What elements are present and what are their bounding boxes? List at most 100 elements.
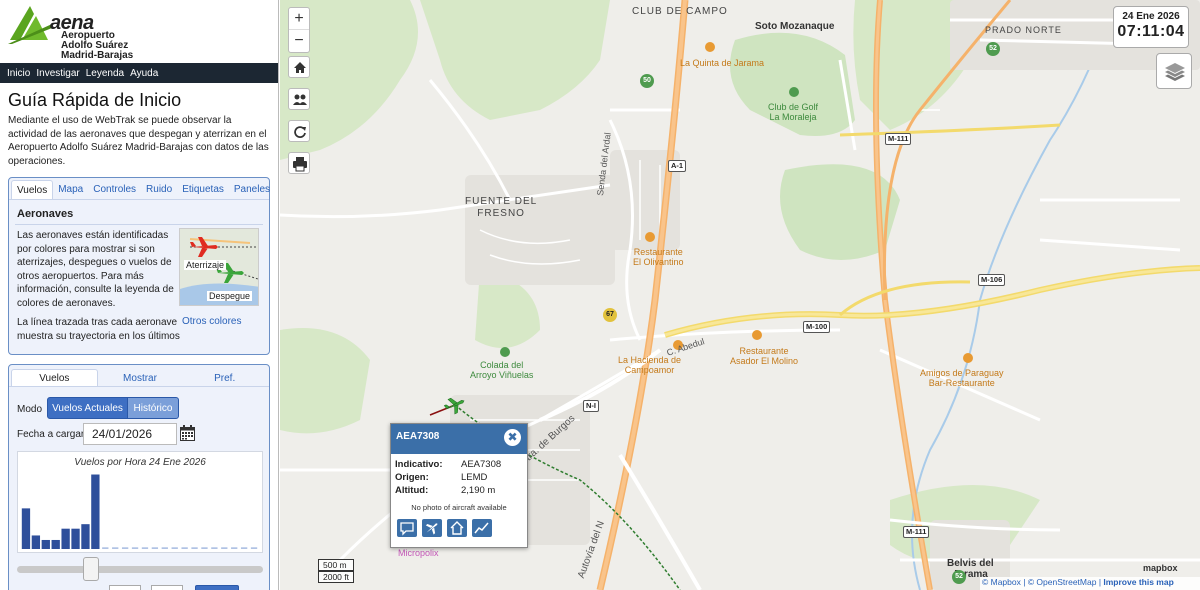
sidebar: aena Aeropuerto Adolfo Suárez Madrid-Bar…: [0, 0, 279, 590]
chart-bar: [231, 547, 238, 549]
date-input[interactable]: 24/01/2026: [83, 423, 177, 445]
road-sign-52-south: 52: [952, 570, 966, 584]
tab-etiquetas[interactable]: Etiquetas: [177, 180, 229, 199]
chart-bar: [141, 547, 149, 549]
quick-guide: Guía Rápida de Inicio Mediante el uso de…: [0, 83, 278, 168]
tab-controles[interactable]: Controles: [88, 180, 141, 199]
current-flights-button[interactable]: Vuelos Actuales: [47, 397, 128, 419]
chart-bar: [161, 547, 168, 549]
chart-bar: [201, 547, 208, 549]
chart-bar: [51, 539, 60, 549]
print-button[interactable]: [288, 152, 310, 174]
time-slider-handle[interactable]: [83, 557, 99, 581]
map-label-soto-mozanaque: Soto Mozanaque: [755, 21, 835, 32]
popup-details: Indicativo: AEA7308 Origen: LEMD Altitud: 2…: [395, 458, 501, 497]
map-label-micropolix: Micropolix: [398, 548, 439, 558]
calendar-icon[interactable]: [180, 425, 195, 441]
clock: 24 Ene 2026 07:11:04: [1113, 6, 1189, 48]
road-sign-m106: M-106: [978, 274, 1006, 286]
popup-key: Altitud:: [395, 485, 429, 496]
popup-row: Indicativo: AEA7308: [395, 458, 501, 471]
people-button[interactable]: [288, 88, 310, 110]
nav-inicio[interactable]: Inicio: [4, 68, 33, 79]
improve-map-link[interactable]: Improve this map: [1103, 577, 1173, 587]
popup-row: Origen: LEMD: [395, 471, 501, 484]
tab-flights[interactable]: Vuelos: [11, 369, 98, 386]
chart-bar: [61, 528, 70, 549]
road-sign-50: 50: [640, 74, 654, 88]
plane-icon[interactable]: [422, 519, 442, 537]
home-button[interactable]: [288, 56, 310, 78]
house-icon[interactable]: [447, 519, 467, 537]
mode-label: Modo: [17, 404, 43, 415]
map-label-club-golf: Club de Golf La Moraleja: [768, 102, 819, 122]
close-icon[interactable]: ✖: [504, 429, 521, 446]
tab-ruido[interactable]: Ruido: [141, 180, 177, 199]
aircraft-colors-thumbnail: Aterrizaje Despegue: [179, 228, 259, 306]
speech-bubble-icon[interactable]: [397, 519, 417, 537]
chart-bar: [91, 474, 100, 549]
control-button[interactable]: [109, 585, 141, 590]
no-photo-text: No photo of aircraft available: [411, 503, 507, 512]
map-label-amigos-paraguay: Amigos de Paraguay Bar-Restaurante: [920, 368, 1004, 388]
time-slider-track[interactable]: [17, 566, 263, 573]
road-sign-m100: M-100: [803, 321, 831, 333]
chart-bar: [240, 547, 248, 549]
zoom-in-button[interactable]: +: [289, 8, 309, 30]
zoom-out-button[interactable]: −: [289, 30, 309, 52]
tab-prefs[interactable]: Pref.: [182, 369, 267, 386]
map-label-colada: Colada del Arroyo Viñuelas: [470, 360, 534, 380]
popup-callsign: AEA7308: [396, 431, 440, 442]
chart-bar: [21, 508, 31, 549]
chart-icon[interactable]: [472, 519, 492, 537]
help-tab-row: Vuelos Mapa Controles Ruido Etiquetas Pa…: [9, 178, 270, 200]
popup-key: Origen:: [395, 472, 429, 483]
road-sign-a1: A-1: [668, 160, 687, 172]
popup-value: 2,190 m: [461, 485, 496, 496]
flights-panel-tabs: Vuelos Mostrar Pref.: [9, 365, 269, 387]
attribution-mapbox[interactable]: © Mapbox: [982, 577, 1021, 587]
tab-paneles[interactable]: Paneles: [229, 180, 275, 199]
map-label-restaurante-molino: Restaurante Asador El Molino: [730, 346, 799, 366]
tab-mapa[interactable]: Mapa: [53, 180, 88, 199]
top-nav: Inicio Investigar Leyenda Ayuda: [0, 63, 278, 83]
road-sign-67: 67: [603, 308, 617, 322]
map-attribution: © Mapbox | © OpenStreetMap | Improve thi…: [980, 577, 1200, 590]
guide-intro: Mediante el uso de WebTrak se puede obse…: [8, 115, 269, 167]
chart-bar: [102, 547, 109, 549]
road-sign-52: 52: [986, 42, 1000, 56]
other-colors-link[interactable]: Otros colores: [182, 316, 241, 327]
clock-time: 07:11:04: [1117, 23, 1185, 40]
departure-label: Despegue: [207, 291, 253, 301]
attribution-osm[interactable]: © OpenStreetMap: [1028, 577, 1097, 587]
popup-actions: [397, 519, 527, 537]
refresh-button[interactable]: [288, 120, 310, 142]
chart-bar: [151, 547, 159, 549]
aena-logo[interactable]: aena Aeropuerto Adolfo Suárez Madrid-Bar…: [0, 0, 278, 63]
flights-per-hour-chart[interactable]: Vuelos por Hora 24 Ene 2026: [17, 451, 263, 553]
tab-vuelos[interactable]: Vuelos: [11, 180, 54, 199]
road-sign-n1: N-I: [583, 400, 599, 412]
nav-ayuda[interactable]: Ayuda: [127, 68, 161, 79]
chart-bar: [191, 547, 198, 549]
history-button[interactable]: Histórico: [127, 397, 179, 419]
map-label-club-campo: CLUB DE CAMPO: [632, 6, 728, 17]
nav-investigar[interactable]: Investigar: [33, 68, 82, 79]
popup-value: AEA7308: [461, 459, 502, 470]
clock-date: 24 Ene 2026: [1122, 11, 1180, 22]
chart-bar: [71, 528, 80, 549]
layers-button[interactable]: [1156, 53, 1192, 89]
people-icon: [293, 94, 307, 105]
landing-label: Aterrizaje: [184, 260, 227, 270]
chart-bar: [211, 547, 218, 549]
mapbox-logo[interactable]: mapbox: [1143, 563, 1178, 573]
chart-bar: [81, 524, 90, 549]
map-view[interactable]: CLUB DE CAMPO Soto Mozanaque PRADO NORTE…: [280, 0, 1200, 590]
map-label-hacienda: La Hacienda de Campoamor: [618, 355, 682, 375]
refresh-icon: [294, 126, 306, 138]
chart-bar: [171, 547, 178, 549]
nav-leyenda[interactable]: Leyenda: [83, 68, 127, 79]
control-button[interactable]: [151, 585, 183, 590]
control-button[interactable]: [195, 585, 239, 590]
tab-show[interactable]: Mostrar: [98, 369, 183, 386]
